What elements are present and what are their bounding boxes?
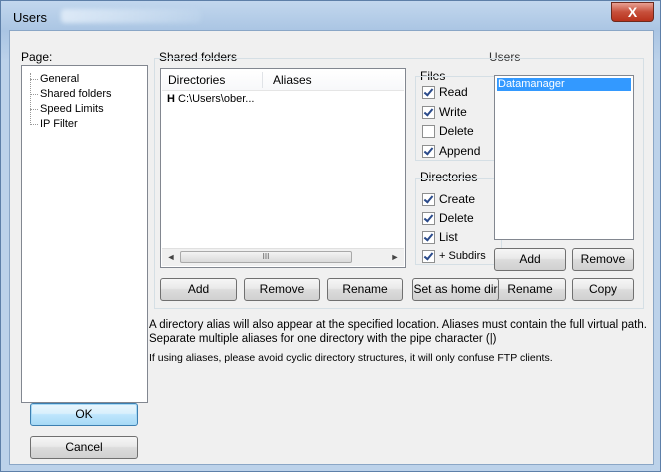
home-dir-flag: H xyxy=(167,93,175,105)
page-label: Page: xyxy=(21,50,53,64)
cyclic-warning-text: If using aliases, please avoid cyclic di… xyxy=(149,352,553,364)
column-directories[interactable]: Directories xyxy=(168,73,225,87)
close-button[interactable]: X xyxy=(611,2,654,22)
checkbox-label: Write xyxy=(439,105,467,119)
checkbox-box[interactable] xyxy=(422,249,435,263)
rename-folder-button[interactable]: Rename xyxy=(327,278,403,301)
alias-info-line: A directory alias will also appear at th… xyxy=(149,319,647,331)
remove-user-button[interactable]: Remove xyxy=(572,248,634,271)
title-blurred-area xyxy=(61,9,201,23)
tree-branch xyxy=(30,79,38,80)
delete-file-checkbox[interactable]: Delete xyxy=(422,123,474,139)
copy-user-button[interactable]: Copy xyxy=(572,278,634,301)
list-header: Directories Aliases xyxy=(162,70,404,91)
scroll-right-icon[interactable]: ► xyxy=(388,251,402,264)
read-checkbox[interactable]: Read xyxy=(422,84,468,100)
checkbox-label: + Subdirs xyxy=(439,250,486,262)
alias-info-text: A directory alias will also appear at th… xyxy=(149,318,654,346)
tree-connector xyxy=(30,73,31,123)
checkbox-box[interactable] xyxy=(422,144,435,158)
create-checkbox[interactable]: Create xyxy=(422,191,475,207)
page-tree[interactable]: General Shared folders Speed Limits IP F… xyxy=(21,65,148,403)
directory-path: C:\Users\ober... xyxy=(178,93,255,105)
horizontal-scrollbar[interactable]: ◄ III ► xyxy=(162,248,404,266)
checkbox-label: Read xyxy=(439,85,468,99)
checkbox-label: Delete xyxy=(439,124,474,138)
tree-item-speed-limits[interactable]: Speed Limits xyxy=(40,103,104,115)
list-checkbox[interactable]: List xyxy=(422,229,458,245)
directories-list[interactable]: Directories Aliases H C:\Users\ober... ◄… xyxy=(160,68,406,268)
users-dialog-window: Users X Page: General Shared folders Spe… xyxy=(0,0,661,472)
subdirs-checkbox[interactable]: + Subdirs xyxy=(422,248,486,264)
tree-item-general[interactable]: General xyxy=(40,73,79,85)
tree-branch xyxy=(30,124,38,125)
tree-branch xyxy=(30,109,38,110)
tree-item-ip-filter[interactable]: IP Filter xyxy=(40,118,78,130)
window-title: Users xyxy=(13,10,47,25)
tree-branch xyxy=(30,94,38,95)
ok-button[interactable]: OK xyxy=(30,403,138,426)
users-list[interactable]: Datamanager xyxy=(494,75,634,240)
checkbox-label: List xyxy=(439,230,458,244)
append-checkbox[interactable]: Append xyxy=(422,143,480,159)
checkbox-box[interactable] xyxy=(422,192,435,206)
checkbox-box[interactable] xyxy=(422,230,435,244)
add-folder-button[interactable]: Add xyxy=(160,278,237,301)
rename-user-button[interactable]: Rename xyxy=(494,278,566,301)
checkbox-box[interactable] xyxy=(422,85,435,99)
checkbox-box[interactable] xyxy=(422,105,435,119)
remove-folder-button[interactable]: Remove xyxy=(244,278,320,301)
dialog-client-area: Page: General Shared folders Speed Limit… xyxy=(9,30,654,465)
checkbox-box[interactable] xyxy=(422,211,435,225)
scroll-thumb[interactable]: III xyxy=(180,251,352,263)
scroll-left-icon[interactable]: ◄ xyxy=(164,251,178,264)
list-item[interactable]: Datamanager xyxy=(497,78,631,91)
column-separator[interactable] xyxy=(262,72,263,88)
column-aliases[interactable]: Aliases xyxy=(273,73,312,87)
checkbox-label: Append xyxy=(439,144,481,158)
delete-dir-checkbox[interactable]: Delete xyxy=(422,210,474,226)
cancel-button[interactable]: Cancel xyxy=(30,436,138,459)
set-home-dir-button[interactable]: Set as home dir xyxy=(412,278,499,301)
checkbox-label: Delete xyxy=(439,211,474,225)
alias-info-line: Separate multiple aliases for one direct… xyxy=(149,333,497,345)
add-user-button[interactable]: Add xyxy=(494,248,566,271)
write-checkbox[interactable]: Write xyxy=(422,104,467,120)
checkbox-label: Create xyxy=(439,192,476,206)
checkbox-box[interactable] xyxy=(422,124,435,138)
tree-item-shared-folders[interactable]: Shared folders xyxy=(40,88,112,100)
table-row[interactable]: H C:\Users\ober... xyxy=(167,93,254,107)
close-icon: X xyxy=(627,4,638,20)
